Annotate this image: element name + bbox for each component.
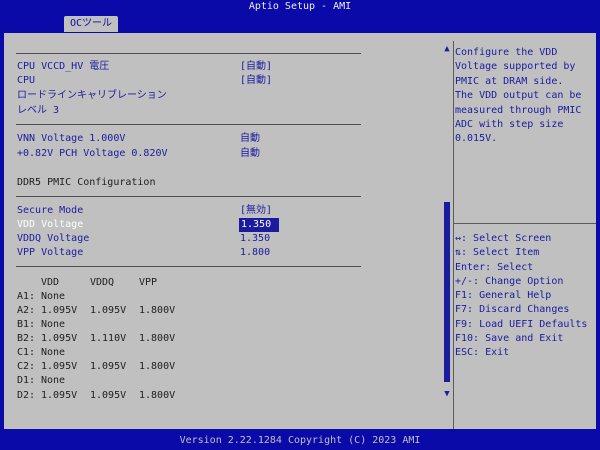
footer-version: Version 2.22.1284 Copyright (C) 2023 AMI	[179, 435, 421, 446]
setting-label: CPU VCCD_HV 電圧	[17, 61, 110, 72]
tab-oc-tools[interactable]: OCツール	[64, 16, 119, 32]
key-enter: Enter: Select	[455, 261, 534, 273]
key-change-option: +/-: Change Option	[455, 275, 564, 287]
vdd-value: 1.095V	[41, 390, 78, 401]
setting-label: ロードラインキャリブレーション	[17, 90, 167, 101]
slot-label: A2:	[17, 305, 36, 316]
setting-label: +0.82V PCH Voltage 0.820V	[17, 148, 168, 159]
vpp-value: 1.800V	[139, 390, 176, 401]
vdd-value: None	[41, 319, 66, 330]
vertical-divider	[453, 41, 454, 429]
slot-label: C1:	[17, 347, 36, 358]
slot-label: C2:	[17, 361, 36, 372]
slot-label: A1:	[17, 291, 36, 302]
key-general-help: F1: General Help	[455, 290, 552, 302]
help-text: Configure the VDD Voltage supported by P…	[455, 47, 582, 145]
slot-label: D1:	[17, 375, 36, 386]
setting-label: CPU	[17, 75, 36, 86]
divider	[16, 196, 361, 197]
col-vpp: VPP	[139, 277, 158, 288]
setting-label: レベル 3	[17, 105, 60, 116]
vdd-value: 1.095V	[41, 333, 78, 344]
vddq-value: 1.095V	[90, 390, 127, 401]
slot-label: B1:	[17, 319, 36, 330]
key-exit: ESC: Exit	[455, 347, 510, 359]
key-select-screen: ↔: Select Screen	[455, 233, 552, 244]
setting-label: VPP Voltage	[17, 247, 84, 258]
key-legend: ↔: Select Screen ⇅: Select Item Enter: S…	[455, 232, 595, 361]
divider	[16, 266, 361, 267]
vpp-value: 1.800V	[139, 333, 176, 344]
setup-panel: CPU VCCD_HV 電圧 [自動] CPU [自動] ロードラインキャリブレ…	[4, 33, 596, 429]
divider	[16, 124, 361, 125]
setting-label: Secure Mode	[17, 205, 84, 216]
scroll-down-arrow-icon[interactable]: ▼	[441, 389, 453, 399]
setting-value[interactable]: [自動]	[240, 60, 272, 74]
col-vddq: VDDQ	[90, 277, 115, 288]
slot-label: D2:	[17, 390, 36, 401]
setting-label: VDD Voltage	[17, 219, 84, 230]
slot-label: B2:	[17, 333, 36, 344]
vpp-value: 1.800V	[139, 361, 176, 372]
scrollbar-thumb[interactable]	[444, 202, 450, 382]
section-heading: DDR5 PMIC Configuration	[17, 177, 156, 188]
setting-label: VDDQ Voltage	[17, 233, 90, 244]
setting-label: VNN Voltage 1.000V	[17, 133, 126, 144]
scroll-up-arrow-icon[interactable]: ▲	[441, 44, 453, 54]
vddq-value: 1.095V	[90, 305, 127, 316]
col-vdd: VDD	[41, 277, 60, 288]
divider	[16, 53, 361, 54]
setting-value[interactable]: [無効]	[240, 204, 272, 218]
key-save-exit: F10: Save and Exit	[455, 333, 564, 345]
vdd-voltage-input[interactable]: 1.350	[239, 218, 279, 232]
vdd-value: None	[41, 347, 66, 358]
setting-value[interactable]: 1.800	[240, 246, 270, 260]
vdd-value: 1.095V	[41, 361, 78, 372]
setting-value[interactable]: [自動]	[240, 74, 272, 88]
help-divider	[454, 223, 596, 224]
key-discard-changes: F7: Discard Changes	[455, 304, 570, 316]
vdd-value: None	[41, 375, 66, 386]
key-select-item: ⇅: Select Item	[455, 247, 540, 259]
setting-value[interactable]: 自動	[240, 147, 260, 161]
setting-value[interactable]: 1.350	[240, 232, 270, 246]
vdd-value: 1.095V	[41, 305, 78, 316]
vddq-value: 1.095V	[90, 361, 127, 372]
setting-value[interactable]: 自動	[240, 132, 260, 146]
vdd-value: None	[41, 291, 66, 302]
vddq-value: 1.110V	[90, 333, 127, 344]
vpp-value: 1.800V	[139, 305, 176, 316]
key-load-defaults: F9: Load UEFI Defaults	[455, 318, 588, 330]
window-title: Aptio Setup - AMI	[248, 1, 352, 12]
